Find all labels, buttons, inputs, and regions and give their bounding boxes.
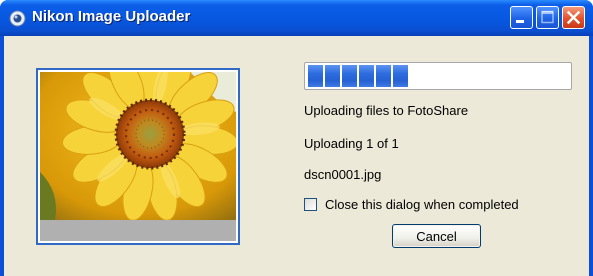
minimize-icon xyxy=(516,20,524,23)
status-line-count: Uploading 1 of 1 xyxy=(304,136,399,151)
progress-fill xyxy=(308,65,410,87)
minimize-button[interactable] xyxy=(510,6,533,29)
progress-segment xyxy=(342,65,357,87)
maximize-button[interactable] xyxy=(536,6,559,29)
progress-segment xyxy=(325,65,340,87)
title-bar[interactable]: Nikon Image Uploader xyxy=(0,0,593,36)
upload-progress-bar xyxy=(304,62,572,90)
close-when-done-label[interactable]: Close this dialog when completed xyxy=(325,197,519,212)
close-button[interactable] xyxy=(562,6,585,29)
maximize-icon xyxy=(541,10,554,24)
sunflower-photo xyxy=(40,72,236,220)
status-line-destination: Uploading files to FotoShare xyxy=(304,103,469,118)
thumbnail-caption-strip xyxy=(40,220,236,241)
close-when-done-checkbox[interactable] xyxy=(304,198,317,211)
progress-segment xyxy=(393,65,408,87)
thumbnail-frame xyxy=(36,68,240,245)
window-title: Nikon Image Uploader xyxy=(32,8,191,25)
current-filename: dscn0001.jpg xyxy=(304,167,382,182)
dialog-body: Uploading files to FotoShare Uploading 1… xyxy=(4,36,589,276)
close-icon xyxy=(566,10,581,25)
progress-segment xyxy=(359,65,374,87)
uploader-window: Nikon Image Uploader Uploading files to … xyxy=(0,0,593,276)
progress-segment xyxy=(376,65,391,87)
nikon-app-icon xyxy=(9,10,26,27)
cancel-button[interactable]: Cancel xyxy=(392,224,481,248)
progress-segment xyxy=(308,65,323,87)
